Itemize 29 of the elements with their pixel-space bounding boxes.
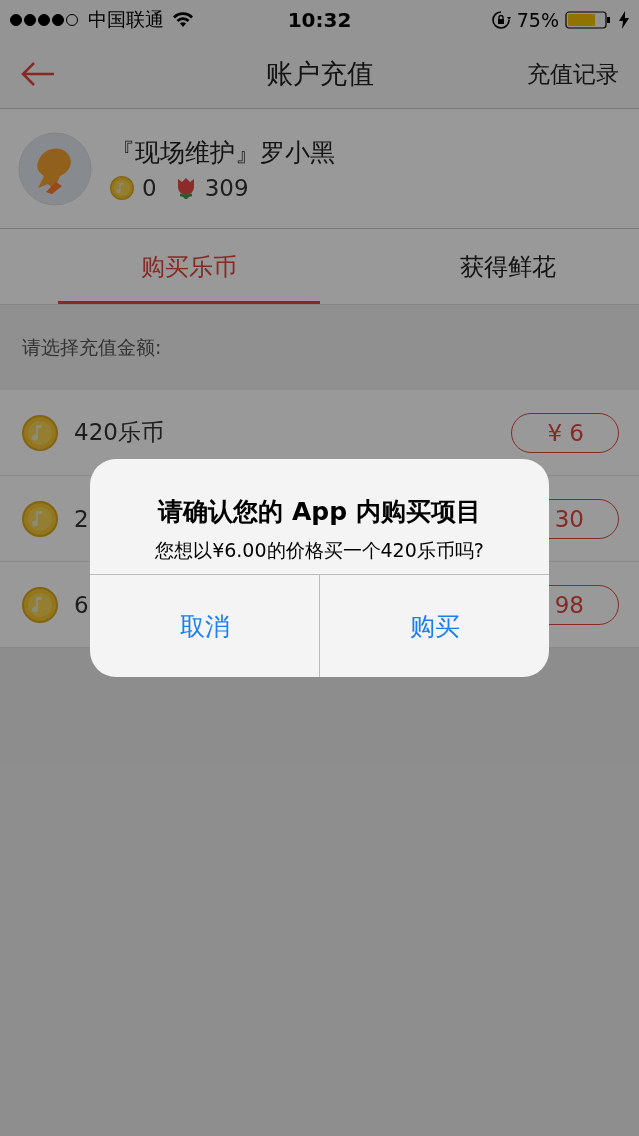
coin-icon [110,176,134,200]
tab[interactable]: 获得鲜花 [377,229,639,304]
coin-icon [22,414,58,451]
package-name: 2 [74,505,89,532]
coin-icon [22,586,58,623]
avatar-icon [18,131,92,206]
battery-percent: 75% [516,9,559,31]
charging-icon [619,11,629,29]
rotation-lock-icon [490,10,511,30]
carrier-name: 中国联通 [88,7,164,32]
user-name: 『现场维护』罗小黑 [110,137,335,169]
dialog-button[interactable]: 购买 [319,575,549,677]
back-arrow-icon[interactable] [20,61,56,87]
coin-count: 0 [142,175,157,201]
dialog-button[interactable]: 取消 [90,575,319,677]
recharge-history-link[interactable]: 充值记录 [527,58,619,90]
battery-icon [565,11,613,29]
package-name: 420乐币 [74,418,164,447]
clock-time: 10:32 [287,8,352,32]
package-name: 6 [74,591,89,618]
coin-icon [22,500,58,537]
wifi-icon [172,12,194,28]
section-label: 请选择充值金额: [22,334,162,360]
dialog-title: 请确认您的 App 内购买项目 [156,496,482,528]
tab[interactable]: 购买乐币 [58,229,320,304]
signal-icon [10,14,80,26]
dialog-message: 您想以¥6.00的价格买一个420乐币吗? [154,538,485,563]
page-title: 账户充值 [265,57,374,91]
flower-count: 309 [204,175,249,201]
